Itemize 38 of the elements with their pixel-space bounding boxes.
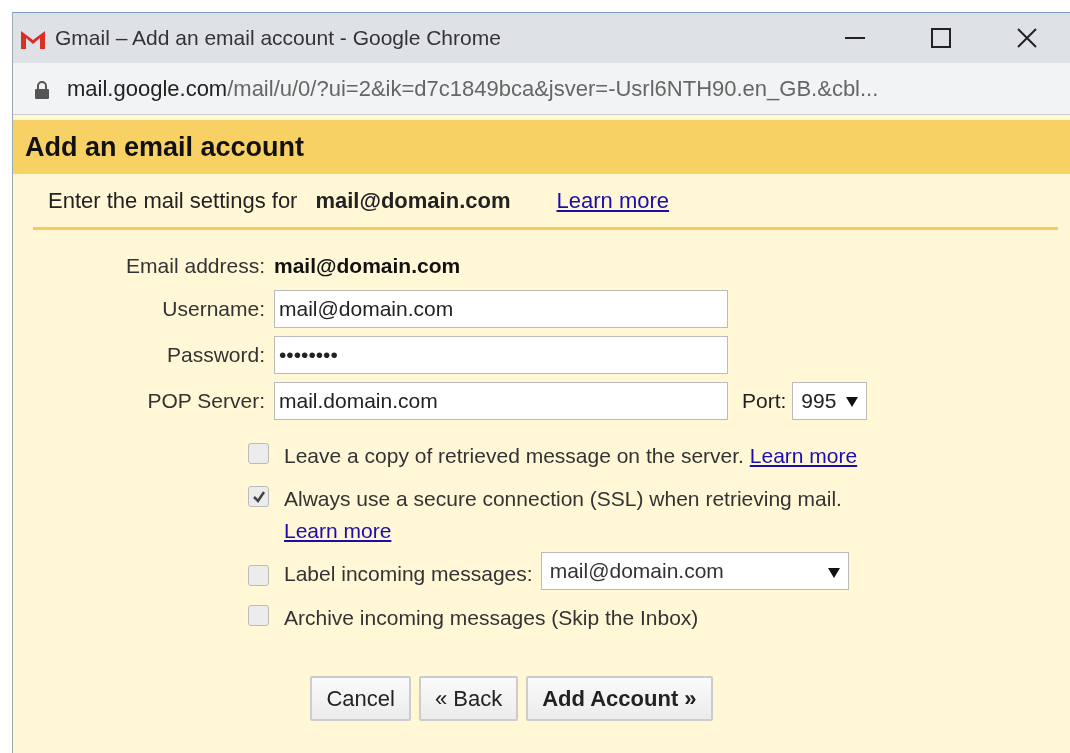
window-title: Gmail – Add an email account - Google Chrome	[55, 25, 502, 52]
username-field[interactable]: mail@domain.com	[274, 289, 728, 328]
url-host[interactable]: mail.google.com	[67, 72, 228, 105]
password-field[interactable]: ••••••••	[274, 335, 728, 374]
checkbox[interactable]	[248, 442, 269, 464]
checkmark-icon	[251, 489, 266, 504]
minimize-icon	[845, 37, 865, 39]
port-select[interactable]: 995	[792, 381, 868, 420]
port-label: Port:	[742, 387, 787, 414]
label-select[interactable]: mail@domain.com	[540, 552, 849, 590]
server-field[interactable]: mail.domain.com	[274, 381, 728, 420]
dropdown-arrow-icon	[846, 397, 859, 408]
email-address-label: Email address:	[125, 253, 266, 279]
lock-icon	[35, 81, 49, 100]
email-address-value: mail@domain.com	[274, 253, 461, 279]
maximize-icon	[929, 26, 953, 50]
checkbox[interactable]	[248, 565, 269, 586]
learn-more-link[interactable]: Learn more	[749, 443, 858, 467]
close-icon	[1015, 26, 1039, 50]
option-label: Archive incoming messages (Skip the Inbox)	[284, 606, 699, 629]
username-label: Username:	[161, 295, 266, 322]
intro-text: Enter the mail settings for	[48, 187, 298, 215]
dialog-button[interactable]: Cancel	[310, 675, 411, 721]
checkbox[interactable]	[248, 486, 269, 507]
checkbox[interactable]	[248, 605, 269, 626]
dropdown-arrow-icon	[827, 567, 840, 578]
intro-email: mail@domain.com	[315, 187, 511, 215]
learn-more-link[interactable]: Learn more	[556, 184, 669, 217]
add-account-button[interactable]: Add Account »	[526, 675, 713, 721]
option-label: Label incoming messages:	[284, 561, 533, 588]
option-label: Leave a copy of retrieved message on the server.	[284, 443, 744, 467]
pop-server-label: POP Server:	[146, 387, 266, 414]
option-label: Always use a secure connection (SSL) when retrieving mail.	[284, 487, 842, 510]
learn-more-link[interactable]: Learn more	[284, 518, 392, 542]
url-path[interactable]: /mail/u/0/?ui=2&ik=d7c1849bca&jsver=-Usrl6NTH90.en_GB.&cbl...	[227, 72, 879, 105]
dialog-button[interactable]: « Back	[418, 675, 519, 721]
dialog-title: Add an email account	[13, 120, 1070, 174]
password-label: Password:	[165, 341, 266, 368]
